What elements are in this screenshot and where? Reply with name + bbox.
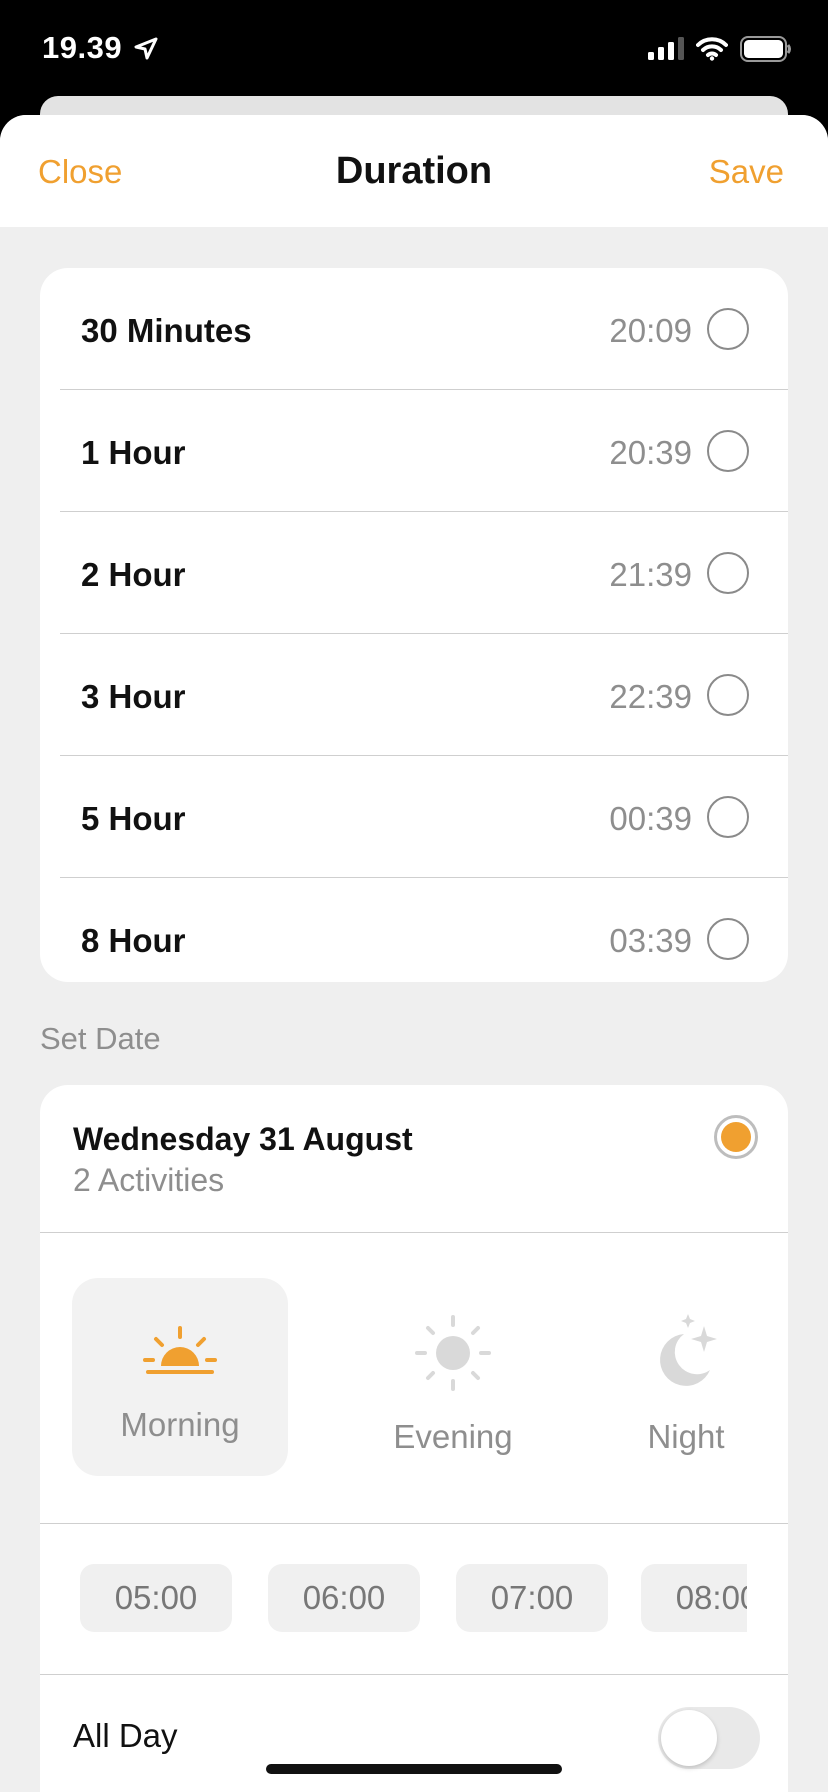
time-scroller-viewport: 05:00 06:00 07:00 08:00 [40,1524,747,1674]
all-day-row: All Day [40,1675,788,1792]
time-chip[interactable]: 07:00 [456,1564,608,1632]
radio-button-selected[interactable] [714,1115,758,1159]
duration-label: 30 Minutes [81,312,252,349]
status-bar: 19.39 [0,0,828,100]
date-card: Wednesday 31 August 2 Activities Morning… [40,1085,788,1792]
sun-icon [413,1313,493,1398]
time-scroller[interactable]: 05:00 06:00 07:00 08:00 [40,1524,788,1674]
radio-button[interactable] [707,796,749,838]
duration-label: 5 Hour [81,800,186,837]
radio-button[interactable] [707,308,749,350]
battery-icon [740,36,792,67]
period-morning[interactable]: Morning [72,1278,288,1476]
save-button[interactable]: Save [709,153,784,191]
signal-icon [648,37,684,66]
home-indicator[interactable] [266,1764,562,1774]
duration-option[interactable]: 1 Hour 20:39 [40,390,788,512]
page-title: Duration [335,150,493,192]
end-time: 20:39 [609,434,692,471]
end-time: 20:09 [609,312,692,349]
end-time: 00:39 [609,800,692,837]
time-chip[interactable]: 05:00 [80,1564,232,1632]
all-day-toggle[interactable] [658,1707,760,1769]
duration-option[interactable]: 5 Hour 00:39 [40,756,788,878]
end-time: 03:39 [609,922,692,959]
duration-sheet: Close Duration Save 30 Minutes 20:09 1 H… [0,115,828,1792]
set-date-heading: Set Date [40,1021,161,1056]
duration-label: 3 Hour [81,678,186,715]
time-chip[interactable]: 08:00 [641,1564,747,1632]
status-time: 19.39 [42,30,123,65]
sunrise-icon [142,1326,218,1383]
duration-label: 8 Hour [81,922,186,959]
period-label: Morning [120,1406,240,1443]
duration-list: 30 Minutes 20:09 1 Hour 20:39 2 Hour 21:… [40,268,788,982]
duration-option[interactable]: 3 Hour 22:39 [40,634,788,756]
nav-bar: Close Duration Save [0,115,828,227]
radio-button[interactable] [707,674,749,716]
end-time: 22:39 [609,678,692,715]
duration-label: 2 Hour [81,556,186,593]
duration-option[interactable]: 8 Hour 03:39 [40,878,788,982]
duration-label: 1 Hour [81,434,186,471]
activities-count: 2 Activities [73,1162,225,1198]
location-arrow-icon [133,36,159,67]
radio-button[interactable] [707,430,749,472]
period-selector: Morning Evening Night [40,1233,788,1523]
time-chip[interactable]: 06:00 [268,1564,420,1632]
duration-option[interactable]: 30 Minutes 20:09 [40,268,788,390]
date-label: Wednesday 31 August [73,1121,413,1157]
date-option[interactable]: Wednesday 31 August 2 Activities [40,1085,788,1232]
all-day-label: All Day [73,1717,178,1754]
period-label: Evening [393,1418,513,1455]
toggle-knob [661,1710,717,1766]
radio-button[interactable] [707,918,749,960]
moon-stars-icon [646,1312,726,1397]
radio-button[interactable] [707,552,749,594]
period-night[interactable]: Night [578,1278,788,1476]
period-label: Night [647,1418,725,1455]
duration-option[interactable]: 2 Hour 21:39 [40,512,788,634]
period-evening[interactable]: Evening [345,1278,561,1476]
end-time: 21:39 [609,556,692,593]
wifi-icon [696,37,728,66]
